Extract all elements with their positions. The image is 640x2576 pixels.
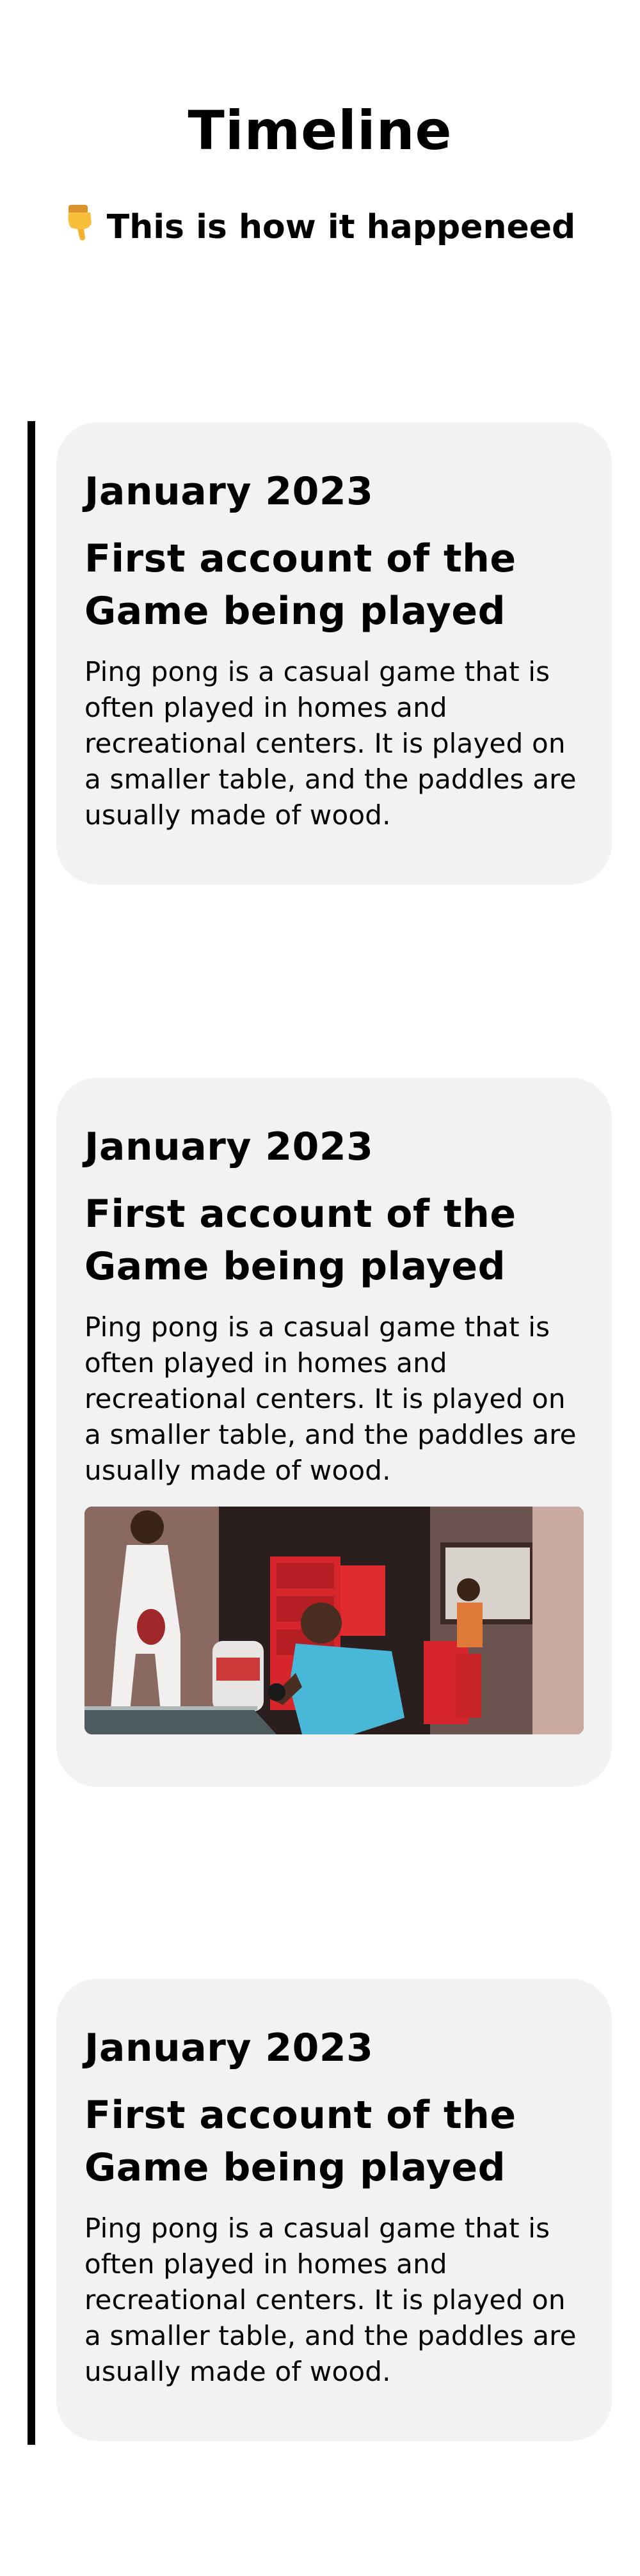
timeline-line — [28, 421, 35, 2445]
card-date: January 2023 — [84, 469, 374, 514]
card-heading: First account of the Game being played — [84, 536, 516, 634]
timeline-card: January 2023 First account of the Game b… — [56, 1078, 612, 1787]
card-text: Ping pong is a casual game that is often… — [84, 2212, 577, 2387]
page-title: Timeline — [188, 99, 452, 162]
card-date: January 2023 — [84, 2026, 374, 2070]
card-text: Ping pong is a casual game that is often… — [84, 656, 577, 831]
ping-pong-players-photo — [84, 1507, 584, 1734]
pointing-down-hand-icon — [65, 204, 95, 242]
card-heading: First account of the Game being played — [84, 2093, 516, 2190]
card-date: January 2023 — [84, 1124, 374, 1169]
timeline-card: January 2023 First account of the Game b… — [56, 422, 612, 884]
page-subtitle: This is how it happeneed — [0, 204, 640, 250]
timeline-card: January 2023 First account of the Game b… — [56, 1979, 612, 2441]
card-text: Ping pong is a casual game that is often… — [84, 1311, 577, 1486]
subtitle-text: This is how it happeneed — [106, 208, 576, 246]
card-heading: First account of the Game being played — [84, 1192, 516, 1289]
